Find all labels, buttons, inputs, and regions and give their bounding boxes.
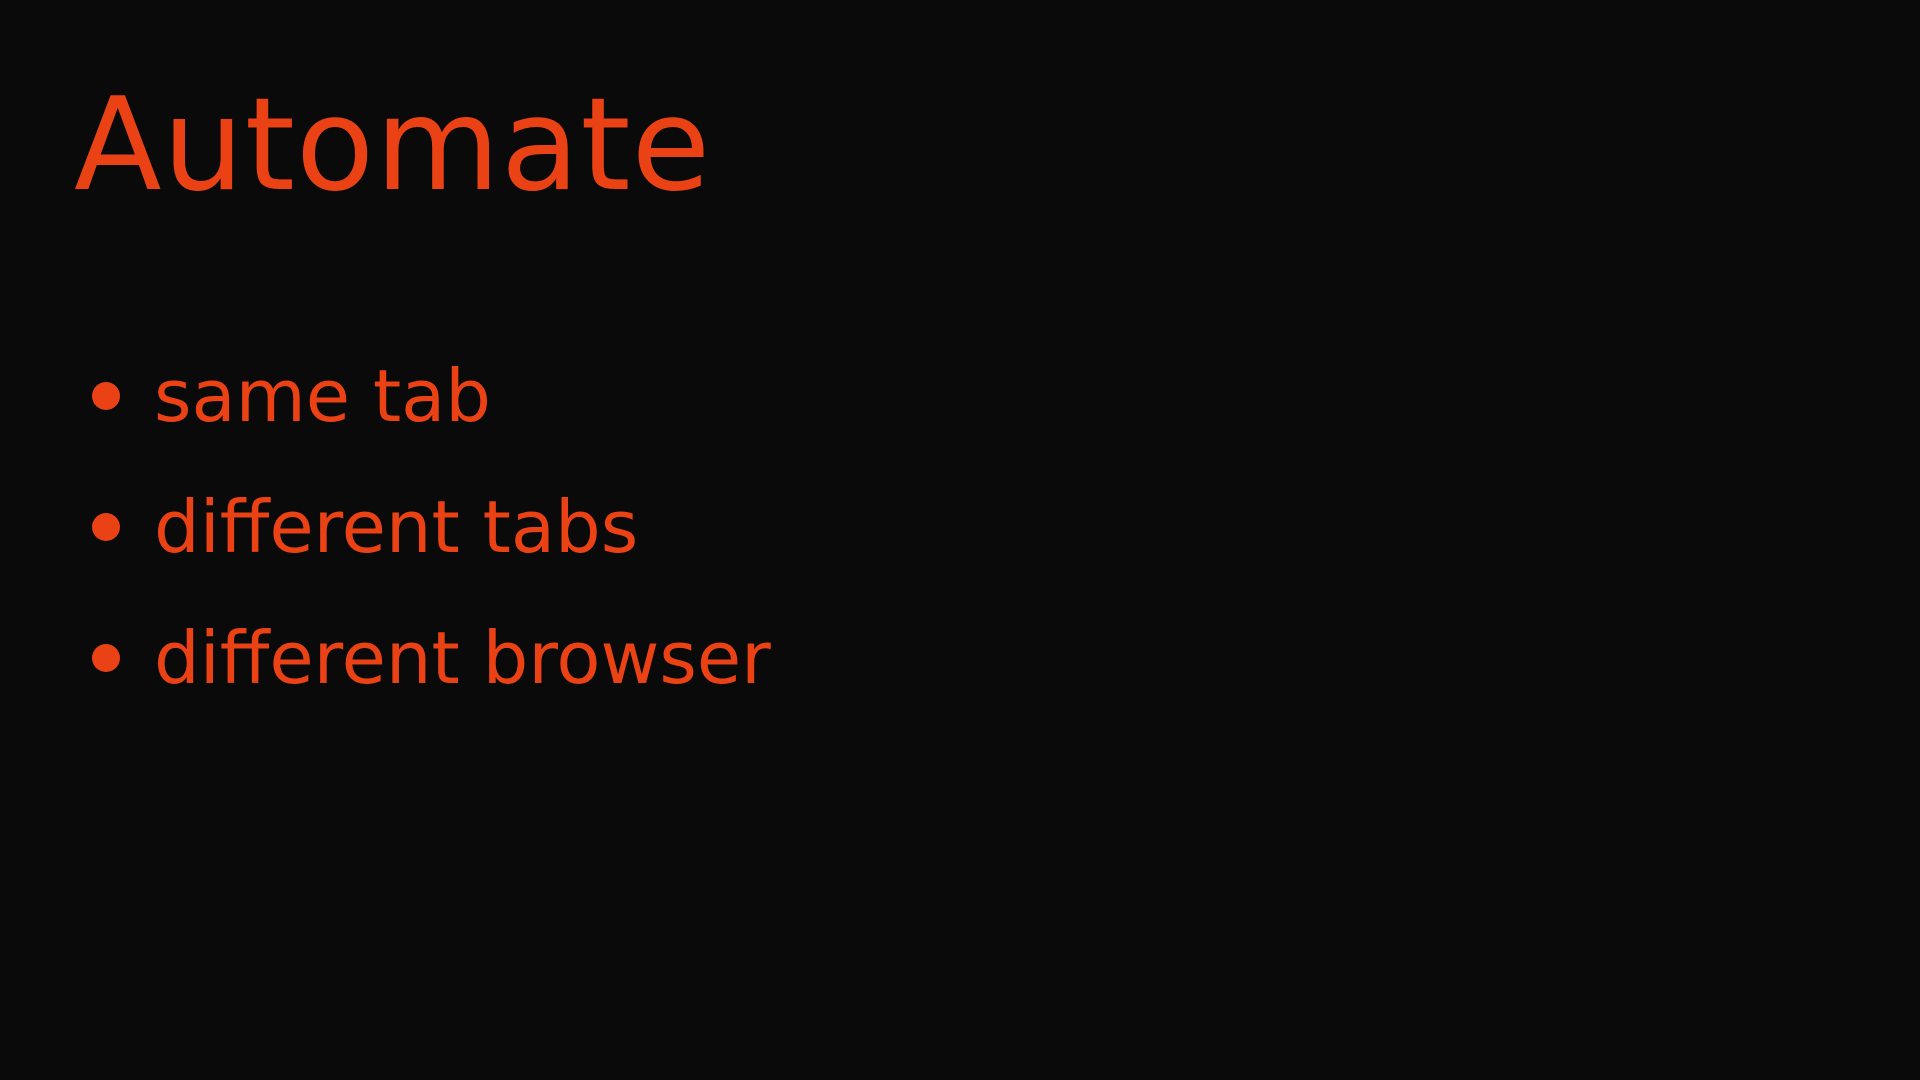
bullet-dot-icon — [92, 643, 120, 672]
bullet-text: different browser — [154, 615, 771, 700]
bullet-item: different tabs — [92, 461, 771, 592]
bullet-item: different browser — [92, 592, 771, 723]
bullet-dot-icon — [92, 381, 120, 410]
bullet-text: same tab — [154, 353, 492, 438]
bullet-list: same tab different tabs different browse… — [92, 330, 771, 723]
slide: Automate same tab different tabs differe… — [0, 0, 1920, 1080]
bullet-item: same tab — [92, 330, 771, 461]
slide-title: Automate — [74, 71, 712, 220]
bullet-dot-icon — [92, 512, 120, 541]
bullet-text: different tabs — [154, 484, 639, 569]
